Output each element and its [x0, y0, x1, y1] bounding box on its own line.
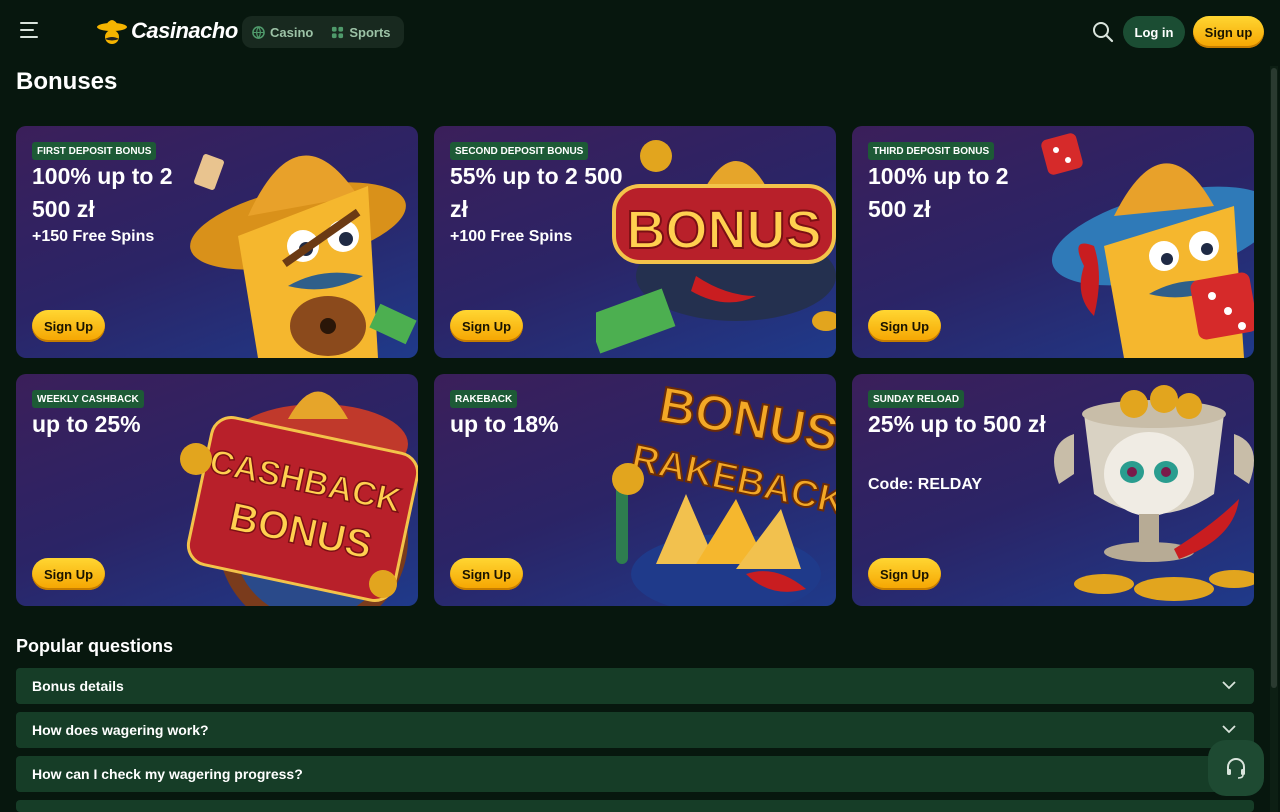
- support-chat-button[interactable]: [1208, 740, 1264, 796]
- card-signup-button[interactable]: Sign Up: [32, 310, 105, 342]
- signup-button[interactable]: Sign up: [1193, 16, 1264, 48]
- faq-item-label: How does wagering work?: [32, 722, 209, 738]
- top-nav: Casino Sports: [242, 16, 404, 48]
- rakeback-nachos-art: BONUS RAKEBACK: [612, 375, 836, 606]
- faq-title: Popular questions: [16, 636, 174, 656]
- card-badge: THIRD DEPOSIT BONUS: [868, 142, 995, 160]
- card-subtitle: Code: RELDAY: [868, 476, 983, 493]
- nacho-dice-art: [1041, 133, 1254, 358]
- card-badge: SUNDAY RELOAD: [868, 390, 965, 408]
- card-signup-button[interactable]: Sign Up: [450, 558, 523, 590]
- card-badge: SECOND DEPOSIT BONUS: [450, 142, 589, 160]
- card-subtitle: +150 Free Spins: [32, 228, 155, 245]
- sombrero-logo-icon: [97, 20, 127, 44]
- nacho-guitar-art: [190, 154, 417, 358]
- faq-item-label: Bonus details: [32, 678, 124, 694]
- card-signup-button[interactable]: Sign Up: [32, 558, 105, 590]
- card-title: 100% up to 2 500 zł: [868, 163, 1009, 222]
- bonus-card-rakeback[interactable]: BONUS RAKEBACK RAKEBACK up to 18% Sign U…: [434, 374, 836, 606]
- faq-item-bonus-details[interactable]: Bonus details: [16, 668, 1254, 704]
- faq-item-next[interactable]: [16, 800, 1254, 812]
- login-button[interactable]: Log in: [1123, 16, 1185, 48]
- cashback-bonus-art: CASHBACK BONUS: [180, 391, 418, 606]
- card-badge: RAKEBACK: [450, 390, 518, 408]
- nav-sports[interactable]: Sports: [331, 24, 391, 40]
- card-badge: WEEKLY CASHBACK: [32, 390, 144, 408]
- scrollbar-thumb[interactable]: [1271, 68, 1277, 688]
- card-subtitle: +100 Free Spins: [450, 228, 573, 245]
- menu-icon[interactable]: [20, 22, 44, 42]
- search-icon[interactable]: [1092, 21, 1114, 43]
- chevron-down-icon: [1222, 725, 1236, 734]
- nav-casino-label: Casino: [270, 24, 314, 40]
- card-title: 25% up to 500 zł: [868, 411, 1046, 437]
- skull-trophy-art: [1054, 385, 1254, 601]
- brand-name: Casinacho: [131, 18, 238, 43]
- faq-item-label: How can I check my wagering progress?: [32, 766, 303, 782]
- chevron-down-icon: [1222, 681, 1236, 690]
- bonus-card-sunday-reload[interactable]: SUNDAY RELOAD 25% up to 500 zł Code: REL…: [852, 374, 1254, 606]
- bonus-art-text: BONUS: [626, 200, 821, 260]
- card-signup-button[interactable]: Sign Up: [450, 310, 523, 342]
- page-title: Bonuses: [16, 68, 118, 95]
- card-signup-button[interactable]: Sign Up: [868, 558, 941, 590]
- nav-sports-label: Sports: [349, 24, 391, 40]
- dice-icon: [332, 26, 344, 38]
- bonus-card-second-deposit[interactable]: BONUS SECOND DEPOSIT BONUS 55% up to 2 5…: [434, 126, 836, 358]
- bonus-card-weekly-cashback[interactable]: CASHBACK BONUS WEEKLY CASHBACK up to 25%…: [16, 374, 418, 606]
- bonus-card-third-deposit[interactable]: THIRD DEPOSIT BONUS 100% up to 2 500 zł …: [852, 126, 1254, 358]
- faq-item-wagering[interactable]: How does wagering work?: [16, 712, 1254, 748]
- globe-icon: [252, 25, 265, 39]
- headset-icon: [1227, 758, 1245, 779]
- top-header: Casinacho Casino Sports Log in Sign up: [0, 0, 1280, 64]
- card-signup-button[interactable]: Sign Up: [868, 310, 941, 342]
- logo[interactable]: Casinacho: [95, 14, 238, 48]
- card-title: 100% up to 2 500 zł: [32, 163, 173, 222]
- card-badge: FIRST DEPOSIT BONUS: [32, 142, 157, 160]
- card-title: up to 18%: [450, 411, 559, 437]
- bonus-card-first-deposit[interactable]: FIRST DEPOSIT BONUS 100% up to 2 500 zł …: [16, 126, 418, 358]
- nav-casino[interactable]: Casino: [252, 25, 313, 40]
- faq-item-wagering-progress[interactable]: How can I check my wagering progress?: [16, 756, 1254, 792]
- card-title: up to 25%: [32, 411, 141, 437]
- bonus-sombrero-art: BONUS: [596, 140, 836, 354]
- card-title: 55% up to 2 500 zł: [450, 163, 623, 222]
